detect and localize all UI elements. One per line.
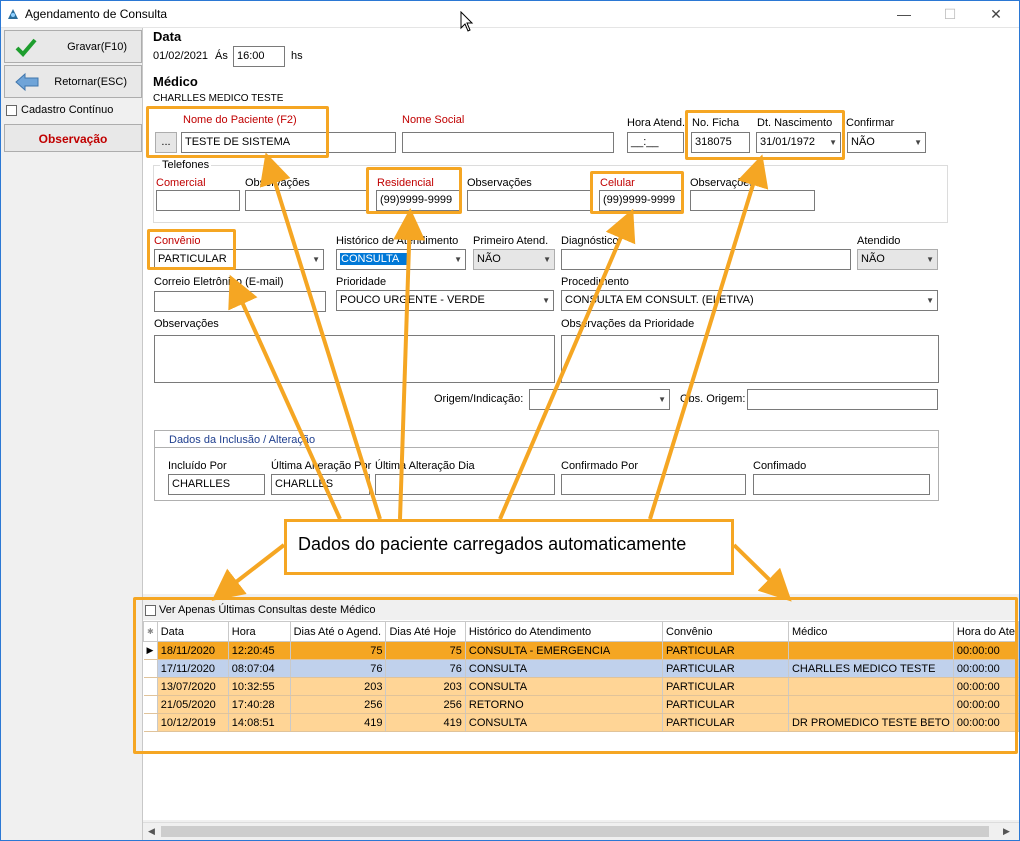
annotation-callout: Dados do paciente carregados automaticam… — [284, 519, 734, 575]
callout-arrows — [211, 152, 792, 602]
callout-text: Dados do paciente carregados automaticam… — [298, 534, 687, 554]
mouse-cursor-icon — [460, 11, 474, 32]
